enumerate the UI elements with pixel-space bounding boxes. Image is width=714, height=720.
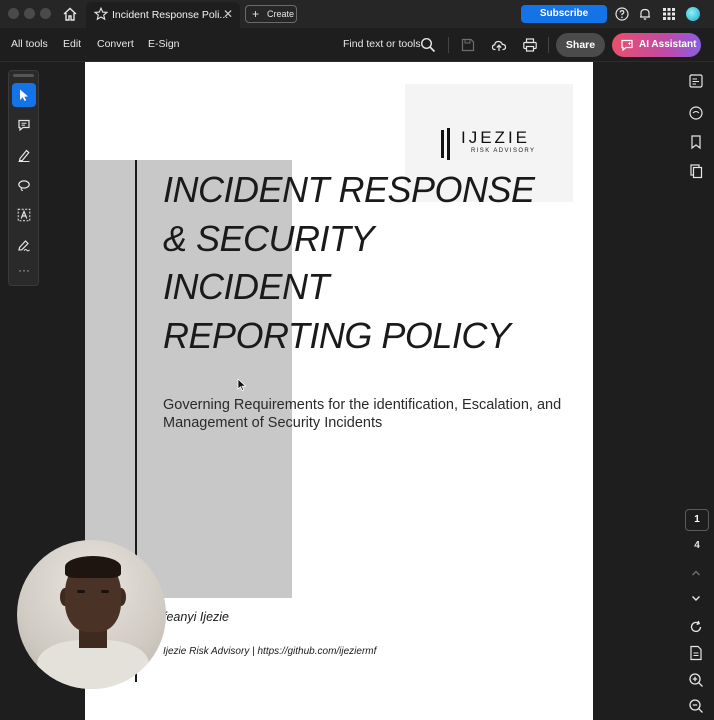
select-tool[interactable]	[12, 83, 36, 107]
user-avatar[interactable]	[686, 7, 700, 21]
home-icon[interactable]	[62, 6, 78, 22]
highlighter-icon	[18, 149, 30, 162]
previous-page-chevron-up-icon[interactable]	[688, 565, 704, 581]
acrobat-window: Incident Response Poli... ✕ + Create Sub…	[0, 0, 714, 720]
highlight-tool[interactable]	[12, 143, 36, 167]
title-bar: Incident Response Poli... ✕ + Create Sub…	[0, 0, 714, 28]
document-subtitle: Governing Requirements for the identific…	[163, 397, 562, 431]
rail-drag-handle[interactable]	[13, 74, 34, 77]
document-author: feanyi Ijezie	[163, 610, 230, 624]
webcam-person-hair	[65, 556, 121, 578]
notifications-bell-icon[interactable]	[638, 7, 652, 21]
bookmark-icon[interactable]	[688, 134, 704, 150]
share-button[interactable]: Share	[556, 33, 605, 57]
zoom-out-icon[interactable]	[688, 698, 704, 714]
menu-convert[interactable]: Convert	[97, 38, 134, 50]
find-text-or-tools[interactable]: Find text or tools	[343, 38, 421, 50]
minimize-window-button[interactable]	[24, 8, 35, 19]
sign-tool[interactable]	[12, 233, 36, 257]
page-thumbnails-icon[interactable]	[688, 163, 704, 179]
plus-icon: +	[252, 7, 260, 21]
comments-panel-icon[interactable]	[688, 105, 704, 121]
mouse-pointer-icon	[237, 378, 247, 392]
subscribe-button[interactable]: Subscribe	[521, 5, 607, 23]
zoom-window-button[interactable]	[40, 8, 51, 19]
title-line: & SECURITY	[163, 217, 375, 259]
rotate-refresh-icon[interactable]	[688, 619, 704, 635]
ijezie-logo-mark-icon	[441, 128, 450, 160]
webcam-overlay[interactable]	[17, 540, 166, 689]
text-box-icon	[17, 208, 31, 222]
draw-tool[interactable]	[12, 173, 36, 197]
ai-summary-panel-icon[interactable]	[688, 73, 704, 89]
print-icon[interactable]	[522, 37, 538, 53]
comment-icon	[18, 119, 30, 132]
close-tab-icon[interactable]: ✕	[223, 7, 233, 21]
webcam-person-eye	[77, 590, 85, 593]
logo-subtitle: RISK ADVISORY	[471, 148, 536, 154]
apps-grid-icon[interactable]	[662, 7, 676, 21]
ai-assistant-button[interactable]: AI Assistant	[612, 33, 701, 57]
next-page-chevron-down-icon[interactable]	[688, 590, 704, 606]
help-icon[interactable]	[615, 7, 629, 21]
text-select-tool[interactable]	[12, 203, 36, 227]
close-window-button[interactable]	[8, 8, 19, 19]
menu-all-tools[interactable]: All tools	[11, 38, 48, 50]
create-label: Create	[267, 9, 295, 19]
document-title: INCIDENT RESPONSE & SECURITY INCIDENT RE…	[163, 166, 563, 360]
more-tools-icon[interactable]: ···	[12, 261, 36, 285]
cloud-upload-icon[interactable]	[491, 37, 507, 53]
menu-divider	[448, 37, 449, 53]
menu-e-sign[interactable]: E-Sign	[148, 38, 180, 50]
ai-assistant-icon	[621, 39, 633, 52]
save-icon[interactable]	[460, 37, 476, 53]
star-icon[interactable]	[94, 7, 108, 21]
logo-name: IJEZIE	[461, 128, 531, 147]
current-page-input[interactable]: 1	[685, 509, 709, 531]
freehand-draw-icon	[18, 180, 30, 192]
create-button[interactable]: + Create	[245, 5, 297, 23]
tab-title: Incident Response Poli...	[112, 9, 229, 21]
zoom-in-icon[interactable]	[688, 672, 704, 688]
document-affiliation: Ijezie Risk Advisory | https://github.co…	[163, 646, 377, 657]
ai-assistant-label: AI Assistant	[639, 39, 697, 50]
page-properties-icon[interactable]	[688, 645, 704, 661]
comment-tool[interactable]	[12, 113, 36, 137]
search-icon[interactable]	[420, 37, 436, 53]
title-line: REPORTING POLICY	[163, 314, 511, 356]
quick-tools-rail: ···	[8, 70, 39, 286]
menu-divider	[548, 37, 549, 53]
cursor-arrow-icon	[20, 89, 28, 101]
menu-edit[interactable]: Edit	[63, 38, 81, 50]
webcam-person-eye	[101, 590, 109, 593]
document-tab[interactable]: Incident Response Poli... ✕	[86, 2, 240, 28]
pen-sign-icon	[18, 240, 30, 252]
title-line: INCIDENT RESPONSE	[163, 169, 535, 210]
title-line: INCIDENT	[163, 266, 330, 307]
menu-bar: All tools Edit Convert E-Sign Find text …	[0, 28, 714, 62]
total-pages: 4	[694, 540, 700, 551]
